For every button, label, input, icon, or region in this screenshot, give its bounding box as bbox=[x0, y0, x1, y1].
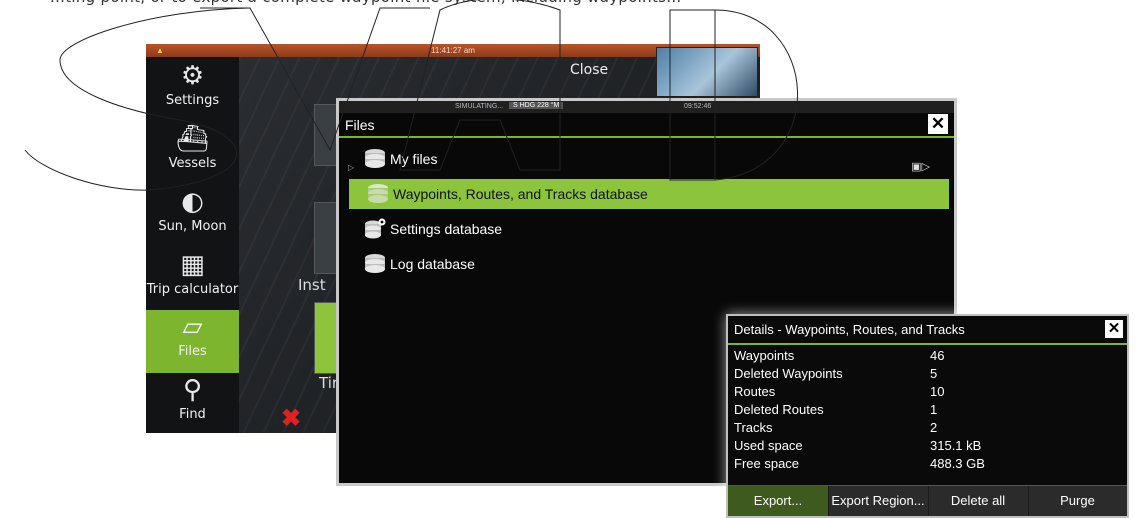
database-settings-icon bbox=[365, 218, 386, 239]
detail-row: Waypoints 46 bbox=[734, 348, 1114, 366]
sidebar-item-trip-calculator[interactable]: ▦ Trip calculator bbox=[146, 248, 239, 311]
close-icon[interactable]: ✕ bbox=[928, 114, 948, 134]
divider bbox=[728, 343, 1127, 345]
detail-key: Used space bbox=[734, 438, 803, 453]
chart-thumbnail[interactable] bbox=[656, 47, 758, 97]
detail-row: Routes 10 bbox=[734, 384, 1114, 402]
detail-value: 488.3 GB bbox=[930, 456, 985, 471]
detail-key: Waypoints bbox=[734, 348, 795, 363]
memory-card-icon: ▣▷ bbox=[911, 161, 930, 173]
delete-all-button[interactable]: Delete all bbox=[928, 486, 1029, 516]
sidebar-item-label: Sun, Moon bbox=[158, 219, 227, 234]
purge-button[interactable]: Purge bbox=[1028, 486, 1127, 516]
database-icon bbox=[365, 254, 385, 273]
detail-value: 5 bbox=[930, 366, 938, 381]
file-item-log-database[interactable]: Log database bbox=[346, 249, 946, 279]
close-x-icon[interactable]: ✖ bbox=[281, 404, 301, 433]
sidebar-item-find[interactable]: ⚲ Find bbox=[146, 373, 239, 433]
file-item-label: Log database bbox=[390, 256, 475, 272]
time-readout: 09:52:46 bbox=[684, 103, 712, 110]
moon-icon: ◐ bbox=[181, 187, 204, 217]
search-icon: ⚲ bbox=[182, 375, 203, 405]
details-title: Details - Waypoints, Routes, and Tracks bbox=[734, 322, 965, 337]
instruments-label[interactable]: Inst bbox=[298, 276, 326, 294]
folder-icon: ▱ bbox=[182, 312, 203, 342]
detail-value: 10 bbox=[930, 384, 945, 399]
detail-key: Deleted Routes bbox=[734, 402, 824, 417]
detail-value: 2 bbox=[930, 420, 938, 435]
sidebar-item-settings[interactable]: ⚙ Settings bbox=[146, 59, 239, 122]
detail-key: Routes bbox=[734, 384, 776, 399]
details-dialog: Details - Waypoints, Routes, and Tracks … bbox=[726, 314, 1129, 518]
detail-row: Free space 488.3 GB bbox=[734, 456, 1114, 474]
close-label[interactable]: Close bbox=[570, 62, 608, 78]
file-item-my-files[interactable]: ▷ My files ▣▷ bbox=[346, 144, 946, 174]
file-item-settings-database[interactable]: Settings database bbox=[346, 214, 946, 244]
detail-row: Deleted Routes 1 bbox=[734, 402, 1114, 420]
database-icon bbox=[365, 149, 385, 168]
detail-row: Used space 315.1 kB bbox=[734, 438, 1114, 456]
vessel-icon: ⛴ bbox=[175, 124, 209, 154]
close-icon[interactable]: ✕ bbox=[1105, 320, 1123, 338]
files-title: Files bbox=[345, 117, 375, 133]
divider bbox=[339, 136, 954, 138]
database-icon bbox=[368, 184, 388, 203]
file-item-label: Settings database bbox=[390, 221, 503, 237]
sidebar: ⚙ Settings ⛴ Vessels ◐ Sun, Moon ▦ Trip … bbox=[146, 57, 239, 433]
sidebar-item-label: Settings bbox=[165, 93, 220, 108]
sidebar-item-label: Vessels bbox=[168, 156, 217, 171]
file-item-waypoints-database[interactable]: Waypoints, Routes, and Tracks database bbox=[349, 179, 949, 209]
detail-value: 1 bbox=[930, 402, 938, 417]
detail-value: 46 bbox=[930, 348, 945, 363]
detail-row: Tracks 2 bbox=[734, 420, 1114, 438]
sidebar-item-label: Trip calculator bbox=[146, 282, 239, 297]
alert-icon: ▲ bbox=[156, 46, 164, 55]
sidebar-item-sun-moon[interactable]: ◐ Sun, Moon bbox=[146, 185, 239, 248]
detail-value: 315.1 kB bbox=[930, 438, 982, 453]
export-button[interactable]: Export... bbox=[728, 486, 829, 516]
intro-text: ...ting point, or to export a complete w… bbox=[50, 0, 950, 8]
detail-key: Tracks bbox=[734, 420, 773, 435]
detail-key: Deleted Waypoints bbox=[734, 366, 843, 381]
export-region-button[interactable]: Export Region... bbox=[828, 486, 929, 516]
file-item-label: Waypoints, Routes, and Tracks database bbox=[393, 186, 648, 202]
detail-row: Deleted Waypoints 5 bbox=[734, 366, 1114, 384]
simulating-label: SIMULATING... bbox=[455, 103, 504, 110]
sidebar-item-label: Find bbox=[179, 407, 206, 422]
details-button-bar: Export... Export Region... Delete all Pu… bbox=[728, 485, 1127, 516]
detail-key: Free space bbox=[734, 456, 800, 471]
file-item-label: My files bbox=[390, 151, 438, 167]
sidebar-item-vessels[interactable]: ⛴ Vessels bbox=[146, 122, 239, 185]
sidebar-item-label: Files bbox=[178, 344, 207, 359]
heading-readout: S HDG 228 °M bbox=[509, 102, 564, 109]
sidebar-item-files[interactable]: ▱ Files bbox=[146, 310, 239, 373]
calculator-icon: ▦ bbox=[180, 250, 205, 280]
gear-icon: ⚙ bbox=[180, 61, 205, 91]
files-status-strip: SIMULATING... S HDG 228 °M 09:52:46 bbox=[339, 101, 954, 113]
clock: 11:41:27 am bbox=[431, 46, 475, 55]
